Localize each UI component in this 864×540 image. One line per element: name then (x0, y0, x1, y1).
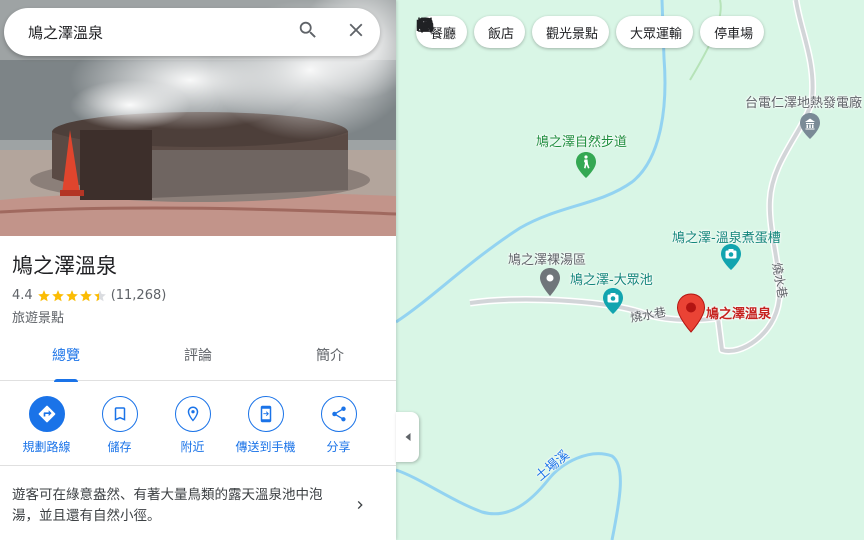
action-label: 附近 (180, 440, 205, 454)
star-icon (93, 289, 106, 301)
save-button[interactable]: 儲存 (83, 396, 156, 466)
star-icon (65, 289, 78, 301)
share-button[interactable]: 分享 (302, 396, 375, 466)
close-icon (345, 19, 367, 45)
star-icon (37, 289, 50, 301)
place-panel: 鳩之澤溫泉 4.4 (11,268) 旅遊景點 總覽 評論 簡介 規劃路線 儲存 (0, 0, 396, 540)
map-label-nude-area[interactable]: 鳩之澤裸湯區 (508, 249, 586, 268)
chevron-right-icon[interactable] (352, 497, 368, 517)
category-chips: 餐廳 飯店 觀光景點 大眾運輸 停車場 (416, 16, 765, 48)
share-icon (320, 396, 357, 432)
action-label: 分享 (326, 440, 351, 454)
star-rating (37, 289, 107, 303)
chevron-left-icon (402, 428, 414, 447)
action-buttons: 規劃路線 儲存 附近 傳送到手機 分享 (0, 396, 396, 466)
nearby-icon (174, 396, 211, 432)
chip-label: 飯店 (488, 26, 515, 42)
place-info: 鳩之澤溫泉 4.4 (11,268) 旅遊景點 (12, 250, 166, 326)
search-input[interactable] (28, 23, 284, 41)
map-label-destination[interactable]: 鳩之澤溫泉 (706, 303, 771, 322)
divider (0, 465, 396, 466)
search-box[interactable] (4, 8, 380, 56)
map-label-power-plant[interactable]: 台電仁澤地熱發電廠 (745, 92, 862, 111)
chip-transit[interactable]: 大眾運輸 (419, 16, 694, 48)
chip-label: 觀光景點 (546, 26, 599, 42)
nearby-button[interactable]: 附近 (156, 396, 229, 466)
rating-row: 4.4 (11,268) (12, 288, 166, 303)
directions-button[interactable]: 規劃路線 (10, 396, 83, 466)
action-label: 規劃路線 (22, 440, 71, 454)
map-label-trail[interactable]: 鳩之澤自然步道 (536, 131, 627, 150)
action-label: 傳送到手機 (235, 440, 296, 454)
chip-label: 停車場 (714, 26, 754, 42)
chip-parking[interactable]: 停車場 (420, 16, 765, 48)
send-to-phone-icon (247, 396, 284, 432)
map-label-public-pool[interactable]: 鳩之澤-大眾池 (570, 269, 653, 288)
star-icon (79, 289, 92, 301)
collapse-panel-button[interactable] (396, 412, 419, 462)
send-to-phone-button[interactable]: 傳送到手機 (229, 396, 302, 466)
tab-about[interactable]: 簡介 (264, 336, 396, 380)
review-count[interactable]: (11,268) (111, 288, 167, 303)
search-icon (297, 19, 319, 45)
star-icon (51, 289, 64, 301)
tab-reviews[interactable]: 評論 (132, 336, 264, 380)
place-tabs: 總覽 評論 簡介 (0, 336, 396, 382)
tab-overview[interactable]: 總覽 (0, 336, 132, 382)
chip-attractions[interactable]: 觀光景點 (417, 16, 610, 48)
chip-hotels[interactable]: 飯店 (416, 16, 526, 48)
place-category[interactable]: 旅遊景點 (12, 307, 166, 326)
search-button[interactable] (284, 8, 332, 56)
chip-label: 大眾運輸 (630, 26, 683, 42)
clear-search-button[interactable] (332, 8, 380, 56)
place-title: 鳩之澤溫泉 (12, 254, 117, 278)
place-description[interactable]: 遊客可在綠意盎然、有著大量鳥類的露天溫泉池中泡湯，並且還有自然小徑。 (12, 485, 342, 527)
action-label: 儲存 (107, 440, 132, 454)
directions-icon (28, 396, 65, 432)
bookmark-icon (101, 396, 138, 432)
rating-value: 4.4 (12, 288, 33, 303)
